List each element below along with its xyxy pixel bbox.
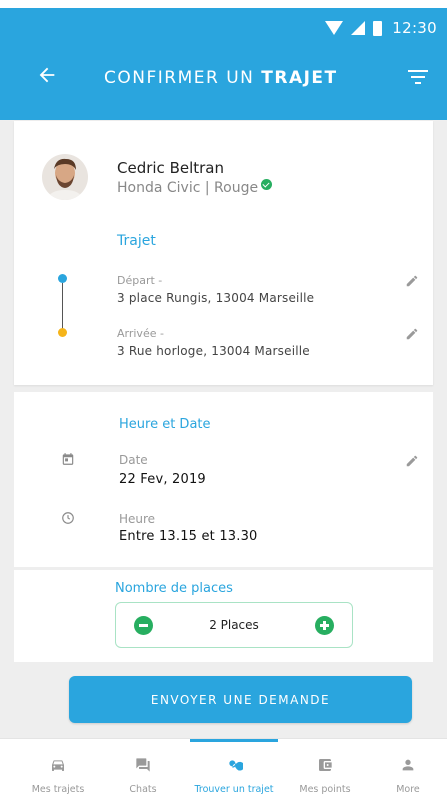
top-white-strip (0, 0, 447, 8)
nav-item-mes-trajets[interactable]: Mes trajets (18, 739, 98, 806)
clock-icon (62, 512, 74, 524)
places-card: Nombre de places 2 Places (14, 570, 433, 662)
edit-depart-icon[interactable] (405, 274, 419, 288)
page-title: CONFIRMER UN TRAJET (104, 68, 338, 88)
places-section-title: Nombre de places (115, 581, 233, 596)
back-arrow-icon[interactable] (36, 64, 58, 86)
time-value: Entre 13.15 et 13.30 (119, 529, 258, 544)
arrivee-dot-icon (58, 328, 67, 337)
edit-arrivee-icon[interactable] (405, 327, 419, 341)
trajet-section-title: Trajet (117, 233, 156, 249)
car-model: Honda Civic (117, 180, 201, 196)
verified-check-icon (261, 178, 273, 190)
increase-places-button[interactable] (315, 616, 334, 635)
driver-name: Cedric Beltran (117, 159, 225, 177)
date-label: Date (119, 453, 148, 467)
route-line (62, 283, 63, 329)
depart-label: Départ - (117, 274, 163, 287)
depart-address: 3 place Rungis, 13004 Marseille (117, 291, 315, 305)
nav-label-mes-trajets: Mes trajets (31, 784, 85, 795)
date-value: 22 Fev, 2019 (119, 472, 206, 487)
edit-date-icon[interactable] (405, 454, 419, 468)
nav-label-mes-points: Mes points (299, 784, 351, 795)
schedule-card: Heure et Date Date 22 Fev, 2019 Heure En… (14, 392, 433, 567)
arrivee-address: 3 Rue horloge, 13004 Marseille (117, 344, 310, 358)
bottom-nav: Mes trajets Chats Trouver un trajet Mes … (0, 738, 447, 806)
calendar-icon (62, 453, 74, 465)
wifi-icon (325, 21, 344, 35)
car-info: Honda Civic | Rouge (117, 178, 273, 196)
nav-item-mes-points[interactable]: Mes points (285, 739, 365, 806)
wallet-icon (319, 759, 332, 771)
arrivee-label: Arrivée - (117, 327, 164, 340)
search-icon (229, 760, 243, 771)
car-separator: | (200, 180, 215, 196)
signal-icon (351, 21, 366, 35)
status-time: 12:30 (392, 19, 437, 37)
filter-icon[interactable] (407, 68, 429, 86)
battery-icon (373, 20, 383, 36)
nav-item-more[interactable]: More (370, 739, 446, 806)
driver-avatar (42, 154, 88, 200)
nav-item-trouver-un-trajet[interactable]: Trouver un trajet (188, 739, 280, 806)
car-color: Rouge (214, 180, 259, 196)
app-bar: 12:30 CONFIRMER UN TRAJET (0, 8, 447, 120)
time-label: Heure (119, 512, 156, 526)
person-icon (402, 759, 414, 771)
nav-label-chats: Chats (129, 784, 157, 795)
page-title-prefix: CONFIRMER UN (104, 68, 262, 88)
page-title-bold: TRAJET (261, 68, 338, 88)
depart-dot-icon (58, 274, 67, 283)
schedule-section-title: Heure et Date (119, 417, 211, 432)
nav-label-more: More (396, 784, 420, 795)
chat-icon (136, 758, 150, 772)
nav-label-trouver-un-trajet: Trouver un trajet (194, 784, 274, 795)
driver-trip-card: Cedric Beltran Honda Civic | Rouge Traje… (14, 121, 433, 385)
status-bar: 12:30 (325, 18, 437, 38)
send-request-button[interactable]: ENVOYER UNE DEMANDE (69, 676, 412, 723)
places-stepper: 2 Places (115, 602, 353, 648)
nav-item-chats[interactable]: Chats (103, 739, 183, 806)
car-icon (52, 760, 64, 771)
